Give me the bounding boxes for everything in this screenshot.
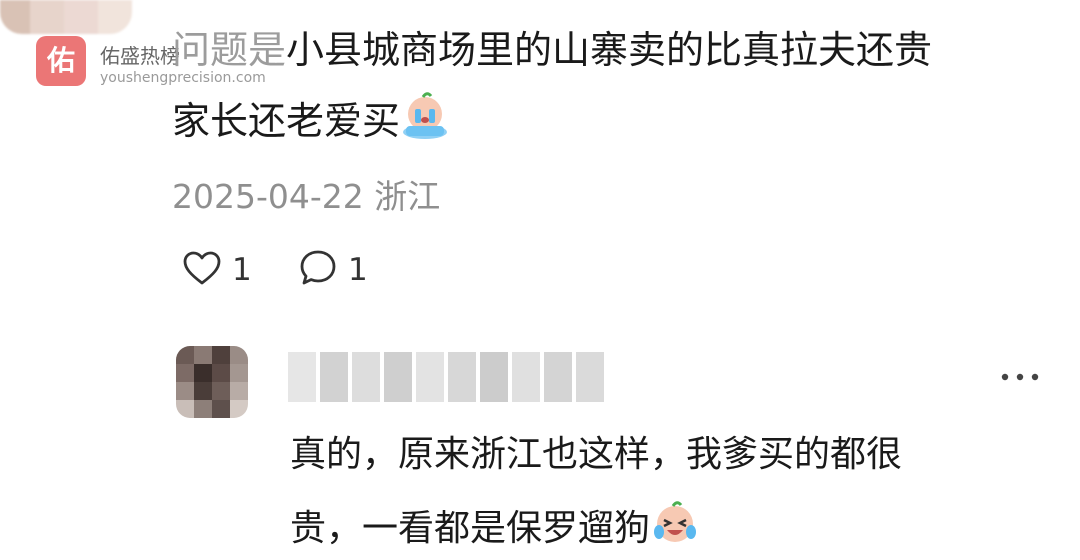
comment-text-line-2: 家长还老爱买 xyxy=(172,92,450,145)
blurred-avatar-top[interactable] xyxy=(0,0,132,34)
comment-text-faded: 问题是 xyxy=(172,28,287,72)
heart-icon xyxy=(180,246,224,294)
reply-button[interactable]: 1 xyxy=(296,248,368,292)
reply-text-line-1: 真的，原来浙江也这样，我爹买的都很 xyxy=(290,434,903,475)
comment-location: 浙江 xyxy=(374,177,441,216)
more-icon[interactable] xyxy=(994,364,1046,390)
comment-bubble-icon xyxy=(296,246,340,294)
like-button[interactable]: 1 xyxy=(180,248,252,292)
like-count: 1 xyxy=(232,252,252,288)
comment-text-line-2-text: 家长还老爱买 xyxy=(172,99,401,143)
comment-date: 2025-04-22 xyxy=(172,177,364,216)
reply-text-line-2: 贵，一看都是保罗遛狗 xyxy=(290,498,700,552)
reply-avatar[interactable] xyxy=(176,346,248,418)
crying-laugh-emoji-icon xyxy=(650,498,700,546)
comment-text-main: 小县城商场里的山寨卖的比真拉夫还贵 xyxy=(286,28,933,72)
reply-username-blurred[interactable] xyxy=(288,352,604,402)
reply-text-line-2-text: 贵，一看都是保罗遛狗 xyxy=(290,508,651,549)
crying-emoji-icon xyxy=(400,92,450,140)
watermark-logo: 佑 xyxy=(36,36,86,86)
watermark-name: 佑盛热榜 xyxy=(100,44,180,68)
comment-text-line-1: 问题是小县城商场里的山寨卖的比真拉夫还贵 xyxy=(172,26,932,74)
comment-meta: 2025-04-22 浙江 xyxy=(172,170,440,218)
reply-count: 1 xyxy=(348,252,368,288)
